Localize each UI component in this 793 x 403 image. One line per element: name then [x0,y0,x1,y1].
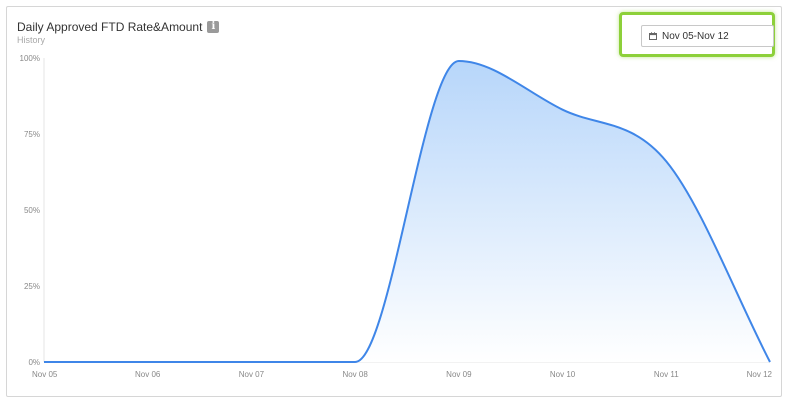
y-tick-label: 0% [28,358,40,367]
x-tick-label: Nov 06 [135,370,161,379]
y-tick-label: 50% [24,206,40,215]
x-tick-label: Nov 09 [446,370,472,379]
area-chart: 0% 25% 50% 75% 100% Nov 05 Nov 06 Nov 07 Nov 08… [20,54,773,379]
x-tick-label: Nov 08 [342,370,368,379]
y-tick-label: 75% [24,130,40,139]
y-tick-label: 25% [24,282,40,291]
x-tick-label: Nov 05 [32,370,58,379]
x-tick-label: Nov 07 [239,370,265,379]
x-tick-label: Nov 12 [747,370,773,379]
x-tick-label: Nov 10 [550,370,576,379]
x-tick-label: Nov 11 [654,370,679,379]
y-tick-label: 100% [20,54,40,63]
